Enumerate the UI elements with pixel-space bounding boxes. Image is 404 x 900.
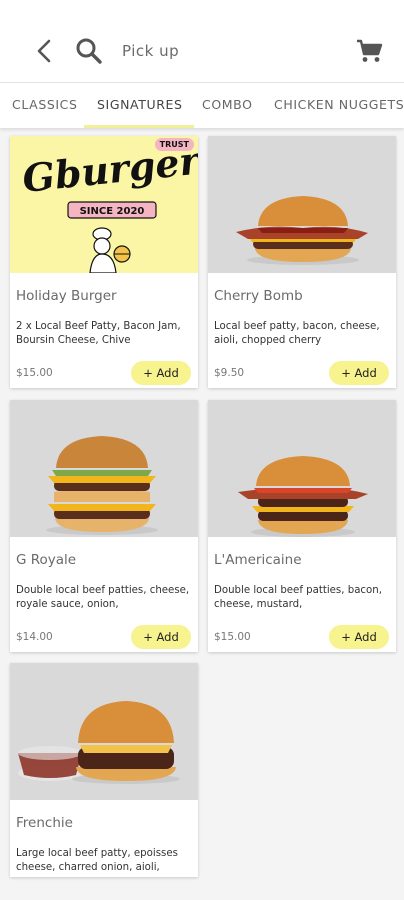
search-icon[interactable] <box>75 37 103 65</box>
product-card-lamericaine[interactable]: L'Americaine Double local beef patties, … <box>208 400 396 652</box>
tab-classics[interactable]: CLASSICS <box>12 97 78 112</box>
product-name: G Royale <box>16 552 77 568</box>
product-price: $9.50 <box>214 367 245 379</box>
tab-combo[interactable]: COMBO <box>202 97 253 112</box>
product-name: L'Americaine <box>214 552 302 568</box>
product-card-holiday-burger[interactable]: Gburger SINCE 2020 TRUST Holiday Burger … <box>10 136 198 388</box>
product-name: Cherry Bomb <box>214 288 303 304</box>
active-tab-indicator <box>84 125 194 128</box>
product-name: Holiday Burger <box>16 288 117 304</box>
burger-photo <box>236 196 368 265</box>
trust-badge: TRUST <box>154 138 194 151</box>
product-price: $15.00 <box>16 367 53 379</box>
cart-icon[interactable] <box>355 38 383 64</box>
product-price: $14.00 <box>16 631 53 643</box>
pickup-label[interactable]: Pick up <box>122 42 179 60</box>
burger-photo <box>18 701 180 784</box>
gburger-logo-image: Gburger SINCE 2020 <box>20 137 198 273</box>
tab-signatures[interactable]: SIGNATURES <box>97 97 183 112</box>
add-button[interactable]: + Add <box>329 361 389 385</box>
add-button[interactable]: + Add <box>329 625 389 649</box>
back-arrow-icon[interactable] <box>34 38 58 64</box>
product-price: $15.00 <box>214 631 251 643</box>
product-card-frenchie[interactable]: Frenchie Large local beef patty, epoisse… <box>10 663 198 877</box>
product-description: Double local beef patties, bacon, cheese… <box>214 585 382 610</box>
add-button[interactable]: + Add <box>131 625 191 649</box>
tab-chicken-nuggets[interactable]: CHICKEN NUGGETS <box>274 97 404 112</box>
product-description: Large local beef patty, epoisses cheese,… <box>16 848 178 873</box>
product-description: Local beef patty, bacon, cheese, aioli, … <box>214 321 380 346</box>
top-bar: Pick up <box>0 0 404 82</box>
product-image-frenchie <box>10 663 198 800</box>
product-card-g-royale[interactable]: G Royale Double local beef patties, chee… <box>10 400 198 652</box>
burger-photo <box>238 456 368 537</box>
product-name: Frenchie <box>16 815 73 831</box>
product-description: Double local beef patties, cheese, royal… <box>16 585 190 610</box>
product-image-lamericaine <box>208 400 396 537</box>
product-image-holiday-burger: Gburger SINCE 2020 TRUST <box>10 136 198 273</box>
product-image-g-royale <box>10 400 198 537</box>
product-card-cherry-bomb[interactable]: Cherry Bomb Local beef patty, bacon, che… <box>208 136 396 388</box>
product-description: 2 x Local Beef Patty, Bacon Jam, Boursin… <box>16 321 181 346</box>
product-image-cherry-bomb <box>208 136 396 273</box>
svg-text:SINCE 2020: SINCE 2020 <box>80 206 145 217</box>
burger-photo <box>46 436 158 535</box>
add-button[interactable]: + Add <box>131 361 191 385</box>
category-tabs: CLASSICS SIGNATURES COMBO CHICKEN NUGGET… <box>0 82 404 128</box>
